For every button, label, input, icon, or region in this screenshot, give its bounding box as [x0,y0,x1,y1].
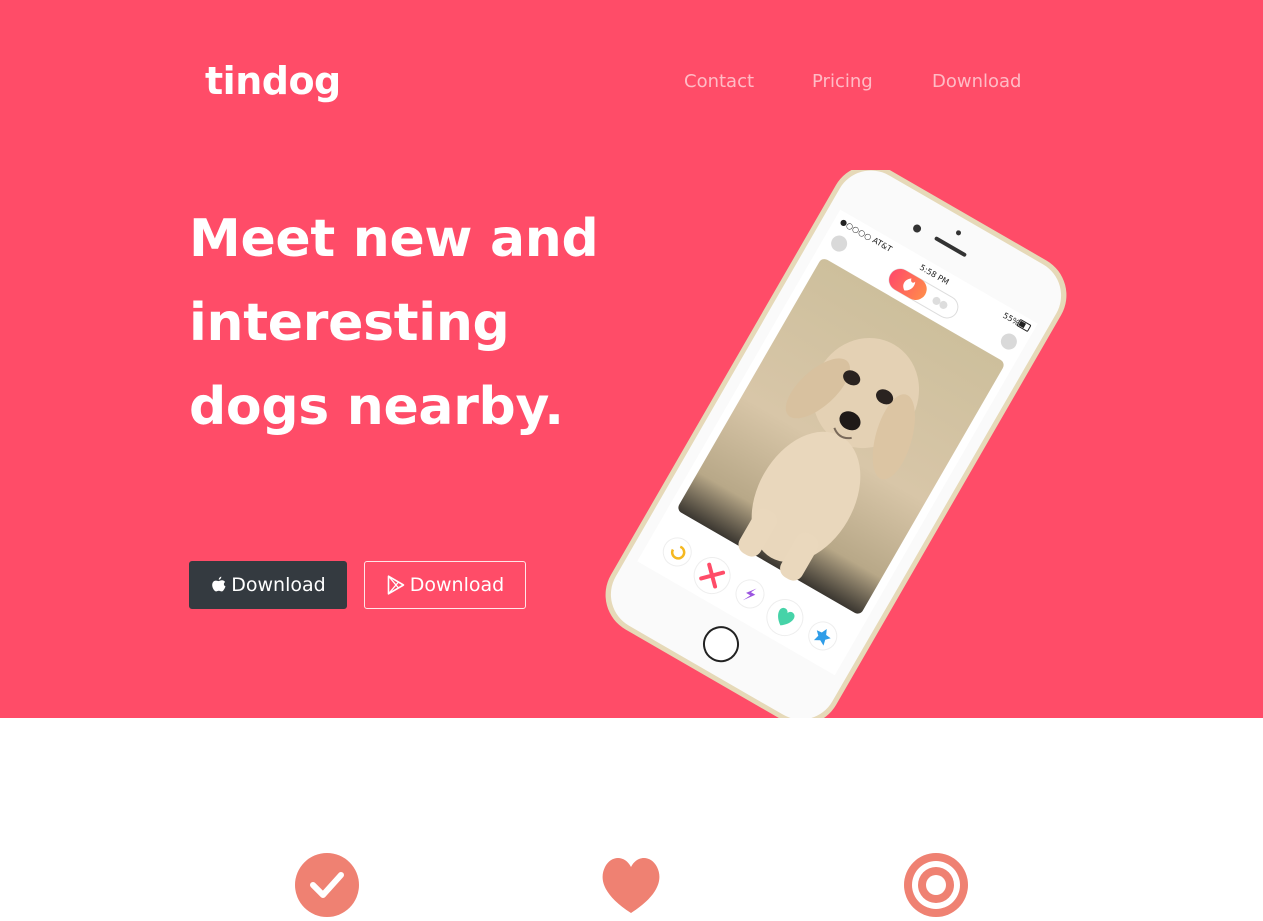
heart-icon [599,853,663,917]
hero-section: tindog Contact Pricing Download Meet new… [0,0,1263,718]
hero-headline: Meet new and interesting dogs nearby. [189,209,599,437]
google-play-download-button[interactable]: Download [364,561,526,609]
phone-mockup: ●○○○○ AT&T 5:58 PM 55% [596,170,1076,718]
nav-link-pricing[interactable]: Pricing [812,68,873,96]
apple-icon [210,576,227,595]
apple-download-button[interactable]: Download [189,561,347,609]
check-circle-icon [295,853,359,917]
nav-link-contact[interactable]: Contact [684,68,754,96]
apple-download-label: Download [231,574,326,596]
google-play-download-label: Download [409,574,505,596]
google-play-icon [386,575,406,595]
top-nav: Contact Pricing Download [0,68,1263,98]
target-icon [904,853,968,917]
nav-link-download[interactable]: Download [932,68,1021,96]
